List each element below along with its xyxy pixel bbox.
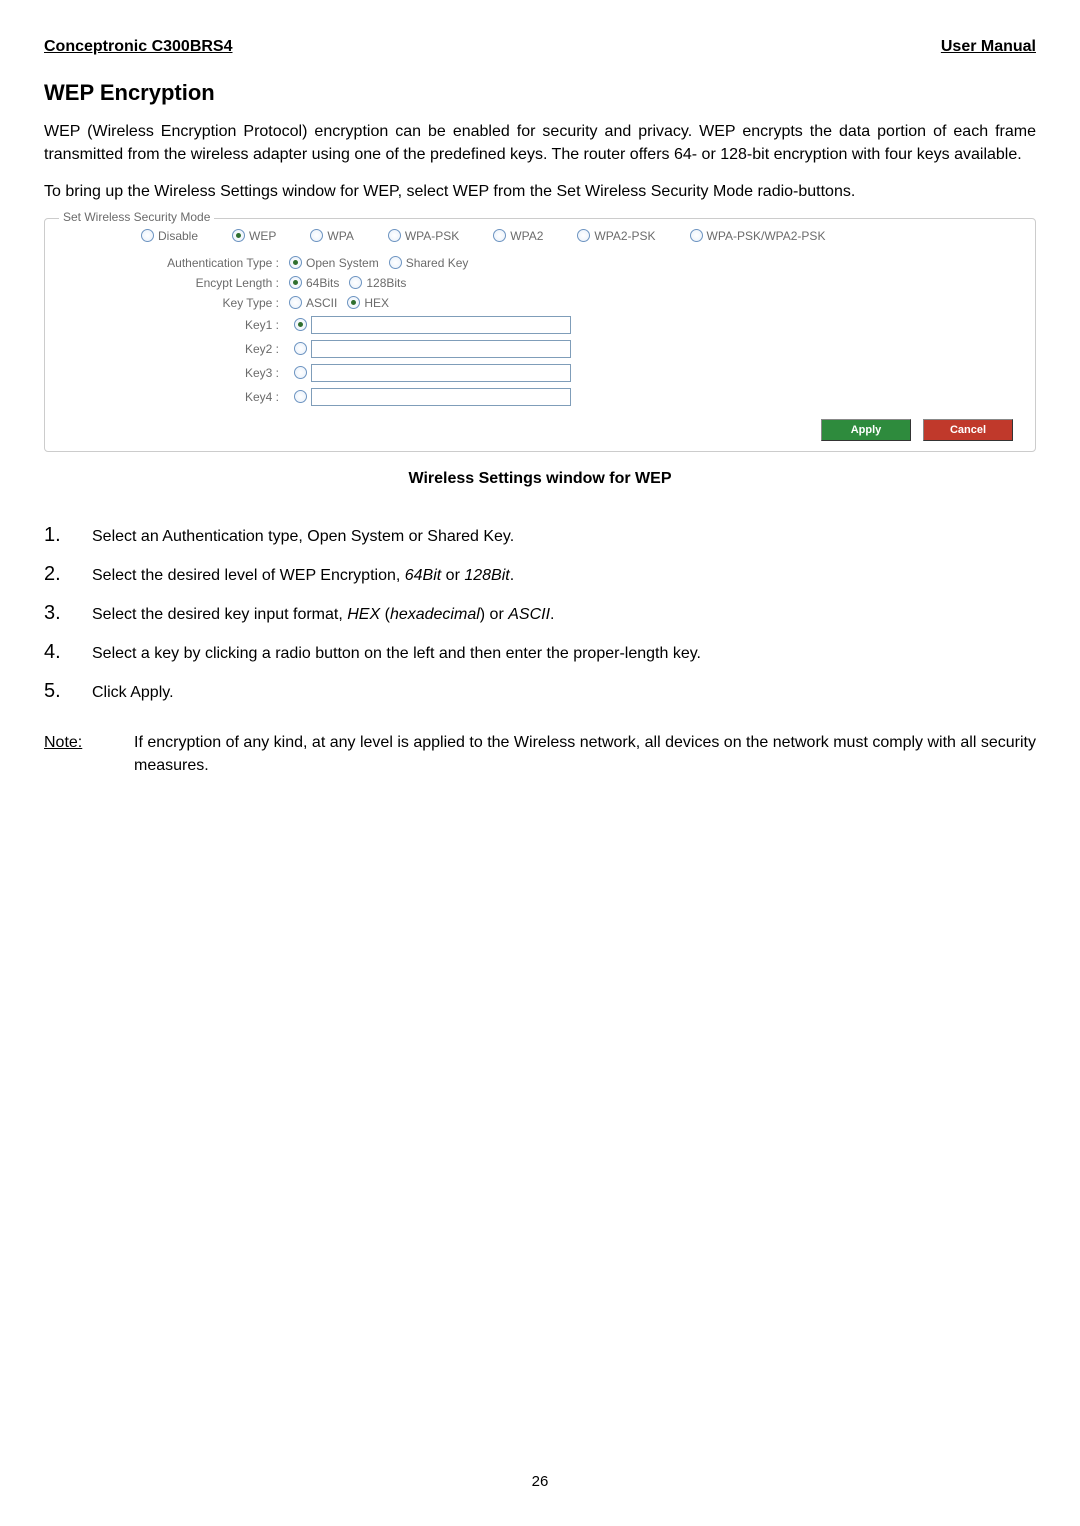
key3-input[interactable] xyxy=(311,364,571,382)
keytype-hex-label: HEX xyxy=(364,296,389,310)
radio-icon xyxy=(294,366,307,379)
keytype-ascii-label: ASCII xyxy=(306,296,337,310)
mode-wpa2psk-label: WPA2-PSK xyxy=(594,229,655,243)
mode-wpapsk[interactable]: WPA-PSK xyxy=(388,229,459,243)
mode-wpa2-label: WPA2 xyxy=(510,229,543,243)
enc-64-label: 64Bits xyxy=(306,276,339,290)
keytype-hex[interactable]: HEX xyxy=(347,296,389,310)
auth-type-label: Authentication Type : xyxy=(59,256,289,270)
intro-paragraph-2: To bring up the Wireless Settings window… xyxy=(44,180,1036,203)
radio-icon xyxy=(141,229,154,242)
steps-list: Select an Authentication type, Open Syst… xyxy=(44,524,1036,703)
cancel-button[interactable]: Cancel xyxy=(923,419,1013,441)
step-3-paren-open: ( xyxy=(380,606,390,623)
radio-icon xyxy=(577,229,590,242)
key4-label: Key4 : xyxy=(59,390,289,404)
step-4-text: Select a key by clicking a radio button … xyxy=(92,645,701,663)
auth-open-label: Open System xyxy=(306,256,379,270)
step-5: Click Apply. xyxy=(44,680,1036,703)
radio-icon xyxy=(294,342,307,355)
step-1-text: Select an Authentication type, Open Syst… xyxy=(92,528,514,546)
mode-mixed[interactable]: WPA-PSK/WPA2-PSK xyxy=(690,229,826,243)
mode-wpa2psk[interactable]: WPA2-PSK xyxy=(577,229,655,243)
mode-disable-label: Disable xyxy=(158,229,198,243)
step-3-i2: hexadecimal xyxy=(390,606,480,623)
note-label: Note: xyxy=(44,731,104,777)
key1-label: Key1 : xyxy=(59,318,289,332)
step-3-i3: ASCII xyxy=(508,606,550,623)
mode-wep-label: WEP xyxy=(249,229,276,243)
radio-icon xyxy=(349,276,362,289)
step-2-prefix: Select the desired level of WEP Encrypti… xyxy=(92,567,405,584)
mode-mixed-label: WPA-PSK/WPA2-PSK xyxy=(707,229,826,243)
auth-open-system[interactable]: Open System xyxy=(289,256,379,270)
mode-disable[interactable]: Disable xyxy=(141,229,198,243)
step-1: Select an Authentication type, Open Syst… xyxy=(44,524,1036,547)
note-body: If encryption of any kind, at any level … xyxy=(134,731,1036,777)
key4-select[interactable] xyxy=(289,390,311,403)
step-2: Select the desired level of WEP Encrypti… xyxy=(44,563,1036,586)
figure-caption: Wireless Settings window for WEP xyxy=(44,470,1036,488)
step-5-text: Click Apply. xyxy=(92,684,174,702)
key2-input[interactable] xyxy=(311,340,571,358)
radio-icon xyxy=(294,390,307,403)
enc-64bits[interactable]: 64Bits xyxy=(289,276,339,290)
key3-label: Key3 : xyxy=(59,366,289,380)
auth-shared-label: Shared Key xyxy=(406,256,469,270)
radio-icon xyxy=(289,296,302,309)
step-2-suffix: . xyxy=(510,567,514,584)
key1-input[interactable] xyxy=(311,316,571,334)
page-number: 26 xyxy=(0,1473,1080,1490)
radio-icon xyxy=(493,229,506,242)
radio-icon xyxy=(388,229,401,242)
encrypt-length-label: Encypt Length : xyxy=(59,276,289,290)
header-left: Conceptronic C300BRS4 xyxy=(44,38,233,56)
mode-wpapsk-label: WPA-PSK xyxy=(405,229,459,243)
key2-select[interactable] xyxy=(289,342,311,355)
step-3-prefix: Select the desired key input format, xyxy=(92,606,347,623)
radio-icon xyxy=(294,318,307,331)
radio-icon xyxy=(289,276,302,289)
key-type-label: Key Type : xyxy=(59,296,289,310)
step-3-paren-close: ) or xyxy=(480,606,508,623)
step-4: Select a key by clicking a radio button … xyxy=(44,641,1036,664)
key2-label: Key2 : xyxy=(59,342,289,356)
step-3: Select the desired key input format, HEX… xyxy=(44,602,1036,625)
note-block: Note: If encryption of any kind, at any … xyxy=(44,731,1036,777)
step-2-i1: 64Bit xyxy=(405,567,441,584)
page-header: Conceptronic C300BRS4 User Manual xyxy=(44,38,1036,58)
enc-128-label: 128Bits xyxy=(366,276,406,290)
mode-wpa[interactable]: WPA xyxy=(310,229,353,243)
apply-button[interactable]: Apply xyxy=(821,419,911,441)
key3-select[interactable] xyxy=(289,366,311,379)
enc-128bits[interactable]: 128Bits xyxy=(349,276,406,290)
key4-input[interactable] xyxy=(311,388,571,406)
radio-icon xyxy=(232,229,245,242)
key1-select[interactable] xyxy=(289,318,311,331)
intro-paragraph-1: WEP (Wireless Encryption Protocol) encry… xyxy=(44,120,1036,166)
step-2-i2: 128Bit xyxy=(464,567,509,584)
step-3-i1: HEX xyxy=(347,606,380,623)
mode-wpa2[interactable]: WPA2 xyxy=(493,229,543,243)
section-title: WEP Encryption xyxy=(44,80,1036,106)
mode-wpa-label: WPA xyxy=(327,229,353,243)
radio-icon xyxy=(347,296,360,309)
header-right: User Manual xyxy=(941,38,1036,56)
radio-icon xyxy=(690,229,703,242)
step-3-suffix: . xyxy=(550,606,554,623)
security-mode-fieldset: Set Wireless Security Mode Disable WEP W… xyxy=(44,218,1036,452)
fieldset-legend: Set Wireless Security Mode xyxy=(59,210,214,224)
step-2-mid: or xyxy=(441,567,464,584)
mode-wep[interactable]: WEP xyxy=(232,229,276,243)
auth-shared-key[interactable]: Shared Key xyxy=(389,256,469,270)
radio-icon xyxy=(289,256,302,269)
keytype-ascii[interactable]: ASCII xyxy=(289,296,337,310)
radio-icon xyxy=(389,256,402,269)
radio-icon xyxy=(310,229,323,242)
